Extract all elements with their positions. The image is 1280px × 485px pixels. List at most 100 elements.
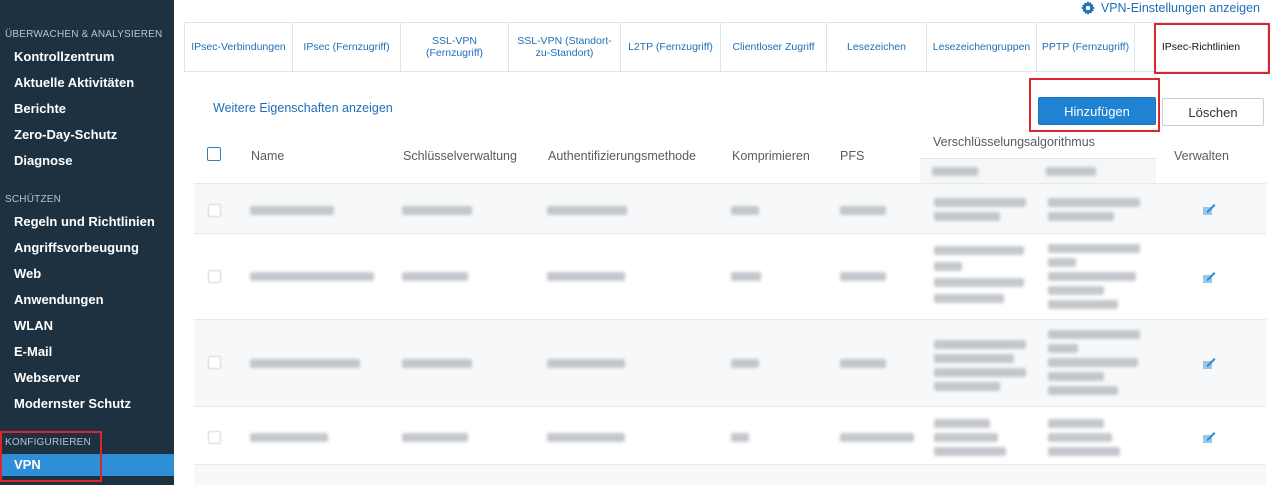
row-checkbox[interactable]	[208, 431, 221, 444]
edit-icon[interactable]	[1202, 356, 1216, 370]
sidebar-item-angriffsvorbeugung[interactable]: Angriffsvorbeugung	[0, 237, 174, 259]
tab-bar: IPsec-Verbindungen IPsec (Fernzugriff) S…	[184, 22, 1268, 72]
row-checkbox[interactable]	[208, 356, 221, 369]
edit-icon[interactable]	[1202, 202, 1216, 216]
blurred-cell	[934, 246, 1024, 255]
col-manage: Verwalten	[1174, 149, 1229, 163]
more-properties-link[interactable]: Weitere Eigenschaften anzeigen	[213, 101, 393, 115]
tab-lesezeichengruppen[interactable]: Lesezeichengruppen	[927, 23, 1037, 71]
sidebar-item-berichte[interactable]: Berichte	[0, 98, 174, 120]
blurred-cell	[840, 433, 914, 442]
sidebar-item-vpn[interactable]: VPN	[0, 454, 174, 476]
blurred-cell	[934, 278, 1024, 287]
blurred-cell	[1048, 212, 1114, 221]
blurred-cell	[402, 272, 468, 281]
blurred-cell	[934, 368, 1026, 377]
table-row[interactable]	[194, 233, 1266, 319]
sidebar-section-monitor: ÜBERWACHEN & ANALYSIEREN	[5, 29, 163, 40]
blurred-cell	[547, 359, 625, 368]
col-pfs[interactable]: PFS	[840, 149, 864, 163]
blurred-cell	[547, 272, 625, 281]
blurred-cell	[1048, 419, 1104, 428]
blurred-subheader-phase-2	[1046, 167, 1096, 176]
col-key-management[interactable]: Schlüsselverwaltung	[403, 149, 517, 163]
blurred-cell	[840, 359, 886, 368]
blurred-cell	[840, 272, 886, 281]
sidebar: ÜBERWACHEN & ANALYSIEREN Kontrollzentrum…	[0, 0, 174, 485]
row-checkbox[interactable]	[208, 204, 221, 217]
blurred-cell	[934, 262, 962, 271]
vpn-settings-link[interactable]: VPN-Einstellungen anzeigen	[1080, 0, 1260, 16]
blurred-cell	[1048, 272, 1136, 281]
blurred-cell	[547, 433, 625, 442]
encryption-subheader	[920, 159, 1156, 183]
tab-ipsec-verbindungen[interactable]: IPsec-Verbindungen	[185, 23, 293, 71]
table-row[interactable]	[194, 464, 1266, 485]
edit-icon[interactable]	[1202, 270, 1216, 284]
blurred-cell	[731, 433, 749, 442]
blurred-cell	[934, 433, 998, 442]
sidebar-item-web[interactable]: Web	[0, 263, 174, 285]
blurred-cell	[250, 272, 374, 281]
col-compress[interactable]: Komprimieren	[732, 149, 810, 163]
blurred-cell	[1048, 358, 1138, 367]
blurred-cell	[840, 206, 886, 215]
tab-l2tp[interactable]: L2TP (Fernzugriff)	[621, 23, 721, 71]
select-all-checkbox[interactable]	[207, 147, 221, 161]
blurred-cell	[934, 294, 1004, 303]
blurred-cell	[1048, 198, 1140, 207]
sidebar-section-configure: KONFIGURIEREN	[5, 437, 91, 448]
sidebar-item-anwendungen[interactable]: Anwendungen	[0, 289, 174, 311]
blurred-cell	[1048, 447, 1120, 456]
blurred-cell	[731, 359, 759, 368]
blurred-cell	[402, 433, 468, 442]
tab-lesezeichen[interactable]: Lesezeichen	[827, 23, 927, 71]
tab-ipsec-fernzugriff[interactable]: IPsec (Fernzugriff)	[293, 23, 401, 71]
blurred-cell	[731, 272, 761, 281]
blurred-cell	[1048, 300, 1118, 309]
sidebar-item-zero-day-schutz[interactable]: Zero-Day-Schutz	[0, 124, 174, 146]
sidebar-item-email[interactable]: E-Mail	[0, 341, 174, 363]
col-auth-method[interactable]: Authentifizierungsmethode	[548, 149, 696, 163]
sidebar-section-protect: SCHÜTZEN	[5, 194, 62, 205]
row-checkbox[interactable]	[208, 270, 221, 283]
sidebar-item-modernster-schutz[interactable]: Modernster Schutz	[0, 393, 174, 415]
table-row[interactable]	[194, 406, 1266, 464]
table-row[interactable]	[194, 319, 1266, 406]
blurred-cell	[934, 212, 1000, 221]
blurred-cell	[934, 419, 990, 428]
sidebar-item-regeln[interactable]: Regeln und Richtlinien	[0, 211, 174, 233]
gear-icon	[1080, 1, 1095, 15]
blurred-cell	[731, 206, 759, 215]
sidebar-item-aktuelle-aktivitaeten[interactable]: Aktuelle Aktivitäten	[0, 72, 174, 94]
tab-ipsec-richtlinien[interactable]: IPsec-Richtlinien	[1135, 23, 1267, 71]
blurred-cell	[250, 359, 360, 368]
blurred-cell	[934, 447, 1006, 456]
table-row[interactable]	[194, 183, 1266, 233]
tab-sslvpn-fernzugriff[interactable]: SSL-VPN (Fernzugriff)	[401, 23, 509, 71]
tab-clientloser-zugriff[interactable]: Clientloser Zugriff	[721, 23, 827, 71]
blurred-cell	[1048, 286, 1104, 295]
tab-sslvpn-standort[interactable]: SSL-VPN (Standort-zu-Standort)	[509, 23, 621, 71]
add-button[interactable]: Hinzufügen	[1038, 97, 1156, 125]
blurred-cell	[934, 382, 1000, 391]
blurred-cell	[934, 340, 1026, 349]
blurred-cell	[1048, 433, 1112, 442]
blurred-cell	[1048, 244, 1140, 253]
blurred-cell	[1048, 258, 1076, 267]
edit-icon[interactable]	[1202, 430, 1216, 444]
blurred-cell	[1048, 372, 1104, 381]
tab-pptp[interactable]: PPTP (Fernzugriff)	[1037, 23, 1135, 71]
sidebar-item-webserver[interactable]: Webserver	[0, 367, 174, 389]
blurred-cell	[934, 354, 1014, 363]
sidebar-item-kontrollzentrum[interactable]: Kontrollzentrum	[0, 46, 174, 68]
blurred-cell	[250, 433, 328, 442]
blurred-cell	[1048, 386, 1118, 395]
blurred-cell	[250, 206, 334, 215]
delete-button[interactable]: Löschen	[1162, 98, 1264, 126]
col-name[interactable]: Name	[251, 149, 284, 163]
blurred-cell	[1048, 330, 1140, 339]
col-encryption: Verschlüsselungsalgorithmus	[933, 135, 1095, 149]
sidebar-item-wlan[interactable]: WLAN	[0, 315, 174, 337]
sidebar-item-diagnose[interactable]: Diagnose	[0, 150, 174, 172]
